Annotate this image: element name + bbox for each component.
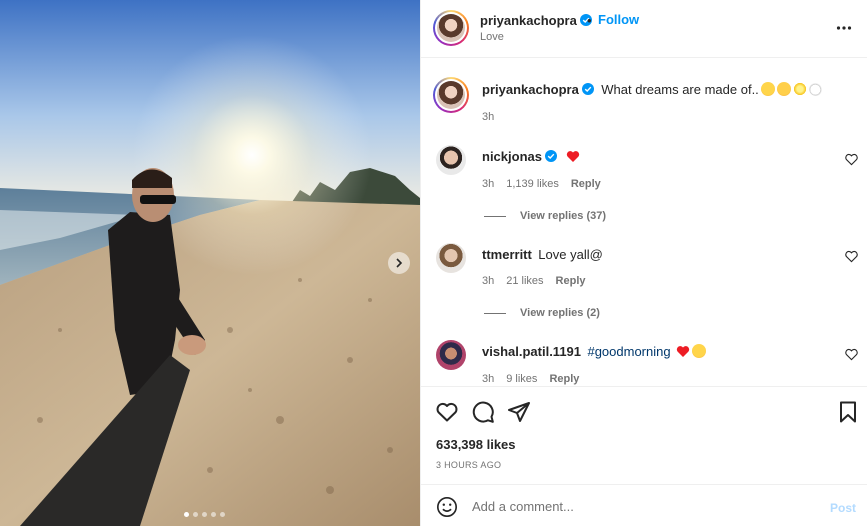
- separator-dot: •: [587, 13, 592, 28]
- carousel-dot: [202, 512, 207, 517]
- caption-timestamp[interactable]: 3h: [482, 111, 494, 123]
- smiling-hearts-emoji-icon: [776, 82, 791, 96]
- post-timestamp[interactable]: 3 HOURS AGO: [436, 460, 501, 470]
- comment-meta: 3h 9 likes Reply: [482, 373, 591, 385]
- comment-meta: 3h 21 likes Reply: [482, 275, 598, 287]
- view-replies-button[interactable]: View replies (37): [484, 210, 606, 222]
- like-comment-heart-icon[interactable]: [845, 250, 858, 263]
- post-header: priyankachopra • Follow Love: [421, 0, 867, 58]
- post-details-panel: priyankachopra • Follow Love priyankacho…: [420, 0, 867, 526]
- comment-username[interactable]: ttmerritt: [482, 247, 532, 262]
- share-paper-plane-icon[interactable]: [507, 400, 531, 424]
- comment-line: nickjonas: [482, 148, 580, 166]
- comment-username[interactable]: vishal.patil.1191: [482, 344, 581, 359]
- author-username-text[interactable]: priyankachopra: [480, 13, 577, 28]
- author-username[interactable]: priyankachopra: [480, 13, 592, 28]
- comment-input[interactable]: [472, 494, 802, 518]
- comment-text: Love yall@: [538, 247, 603, 262]
- more-options-icon[interactable]: [836, 20, 852, 36]
- save-bookmark-icon[interactable]: [836, 400, 860, 424]
- comment-time[interactable]: 3h: [482, 275, 494, 287]
- view-replies-label[interactable]: View replies (37): [520, 210, 606, 222]
- carousel-dot: [193, 512, 198, 517]
- caption-username[interactable]: priyankachopra: [482, 82, 579, 97]
- heart-eyes-emoji-icon: [760, 82, 775, 96]
- like-heart-icon[interactable]: [435, 400, 459, 424]
- verified-badge-icon: [581, 83, 594, 95]
- view-replies-button[interactable]: View replies (2): [484, 307, 600, 319]
- post-actions: 633,398 likes 3 HOURS AGO: [421, 386, 867, 484]
- follow-button[interactable]: Follow: [598, 12, 639, 27]
- beach-photo: [0, 0, 420, 526]
- comment-time[interactable]: 3h: [482, 178, 494, 190]
- comment-likes[interactable]: 9 likes: [506, 373, 537, 385]
- carousel-indicator: [184, 512, 225, 517]
- like-comment-heart-icon[interactable]: [845, 348, 858, 361]
- comment-hashtag-link[interactable]: #goodmorning: [587, 344, 670, 359]
- red-heart-emoji-icon: [676, 346, 689, 357]
- comment-bubble-icon[interactable]: [471, 400, 495, 424]
- caption-text: What dreams are made of..: [601, 82, 759, 97]
- reply-button[interactable]: Reply: [549, 373, 579, 385]
- comment-line: vishal.patil.1191 #goodmorning: [482, 343, 706, 361]
- comment-likes[interactable]: 1,139 likes: [506, 178, 559, 190]
- reply-button[interactable]: Reply: [571, 178, 601, 190]
- commenter-avatar[interactable]: [436, 243, 466, 273]
- view-replies-label[interactable]: View replies (2): [520, 307, 600, 319]
- post-photo[interactable]: [0, 0, 420, 526]
- heart-eyes-emoji-icon: [691, 344, 706, 358]
- commenter-avatar[interactable]: [436, 340, 466, 370]
- likes-count[interactable]: 633,398 likes: [436, 437, 516, 452]
- red-heart-emoji-icon: [567, 151, 580, 162]
- next-image-button[interactable]: [388, 252, 410, 274]
- author-avatar[interactable]: [433, 10, 469, 46]
- comment-meta: 3h 1,139 likes Reply: [482, 178, 613, 190]
- like-comment-heart-icon[interactable]: [845, 153, 858, 166]
- post-location[interactable]: Love: [480, 31, 504, 43]
- emoji-smiley-icon[interactable]: [436, 496, 458, 518]
- comments-section[interactable]: priyankachopra What dreams are made of..…: [421, 59, 867, 385]
- comment-username[interactable]: nickjonas: [482, 149, 542, 164]
- chevron-right-icon: [396, 258, 403, 268]
- carousel-dot: [211, 512, 216, 517]
- carousel-dot: [184, 512, 189, 517]
- commenter-avatar[interactable]: [436, 145, 466, 175]
- comment-line: ttmerritt Love yall@: [482, 246, 603, 264]
- reply-button[interactable]: Reply: [556, 275, 586, 287]
- post-comment-button[interactable]: Post: [830, 501, 856, 515]
- comment-time[interactable]: 3h: [482, 373, 494, 385]
- verified-badge-icon: [544, 150, 557, 162]
- post-caption: priyankachopra What dreams are made of..: [482, 81, 823, 99]
- sun-emoji-icon: [792, 82, 807, 96]
- caption-author-avatar[interactable]: [433, 77, 469, 113]
- add-comment-bar: Post: [421, 484, 867, 526]
- carousel-dot: [220, 512, 225, 517]
- comment-likes[interactable]: 21 likes: [506, 275, 543, 287]
- rabbit-emoji-icon: [808, 82, 823, 96]
